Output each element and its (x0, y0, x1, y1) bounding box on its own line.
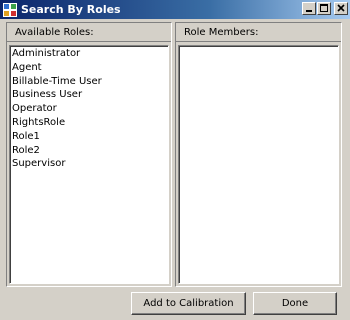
role-members-header: Role Members: (176, 23, 341, 42)
available-roles-header: Available Roles: (7, 23, 171, 42)
title-bar[interactable]: Search By Roles (0, 0, 350, 19)
maximize-button[interactable] (317, 2, 331, 15)
close-button[interactable] (334, 2, 348, 15)
role-members-pane: Role Members: (175, 22, 342, 287)
available-roles-pane: Available Roles: Administrator Agent Billa… (6, 22, 172, 287)
list-item[interactable]: Business User (12, 88, 166, 102)
list-item[interactable]: RightsRole (12, 116, 166, 130)
title-buttons (302, 2, 348, 15)
add-to-calibration-button[interactable]: Add to Calibration (131, 292, 246, 315)
role-members-list[interactable] (178, 45, 339, 284)
done-button[interactable]: Done (253, 292, 337, 315)
list-item[interactable]: Operator (12, 102, 166, 116)
maximize-icon (320, 4, 328, 12)
minimize-button[interactable] (302, 2, 316, 15)
app-icon (3, 2, 17, 17)
list-item[interactable]: Administrator (12, 47, 166, 61)
available-roles-list[interactable]: Administrator Agent Billable-Time User Busi… (9, 45, 169, 284)
list-item[interactable]: Role2 (12, 144, 166, 158)
window-title: Search By Roles (21, 3, 121, 16)
list-item[interactable]: Role1 (12, 130, 166, 144)
close-icon (337, 4, 345, 12)
list-item[interactable]: Agent (12, 61, 166, 75)
list-item[interactable]: Supervisor (12, 157, 166, 171)
minimize-icon (306, 10, 312, 12)
list-item[interactable]: Billable-Time User (12, 75, 166, 89)
search-by-roles-window: Search By Roles Available Roles: Adminis… (0, 0, 350, 320)
